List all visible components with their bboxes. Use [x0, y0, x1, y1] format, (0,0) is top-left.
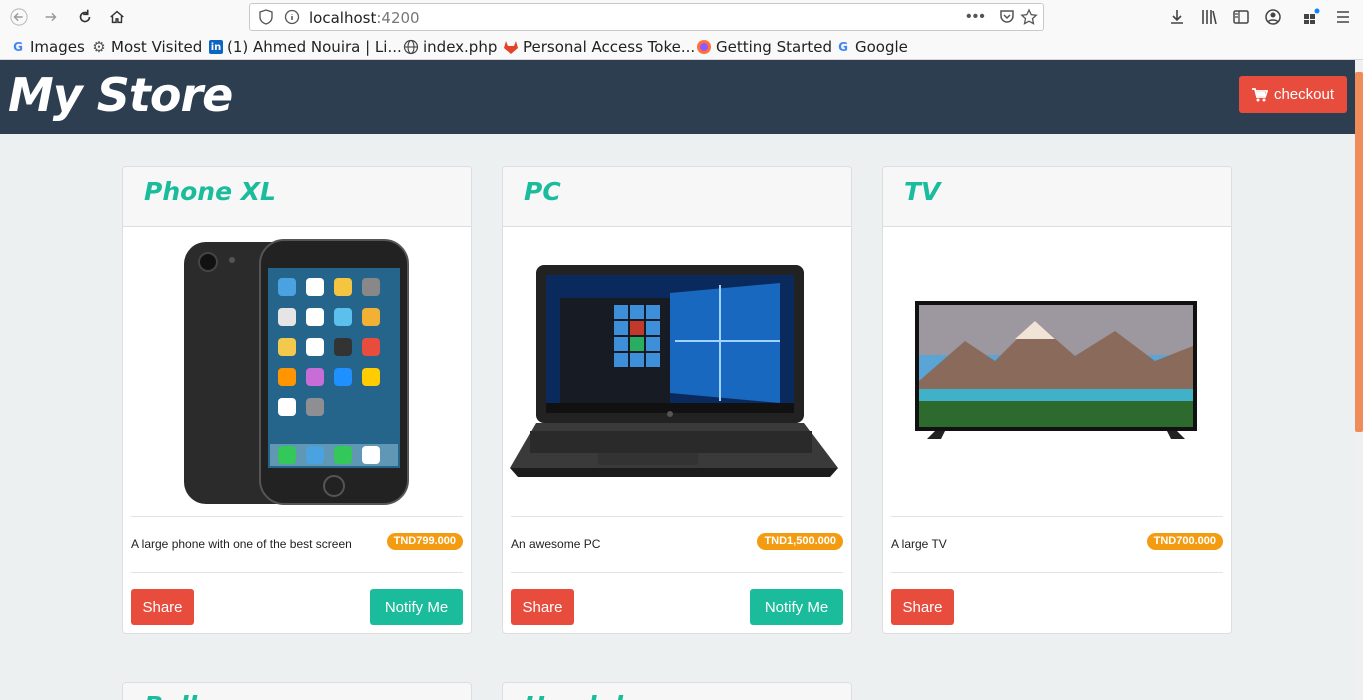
product-name[interactable]: Bell: [144, 691, 197, 700]
home-icon: [110, 10, 124, 24]
back-button[interactable]: [6, 4, 32, 30]
browser-toolbar: localhost:4200 •••: [0, 0, 1363, 34]
bookmark-google[interactable]: G Google: [835, 38, 908, 56]
page-scrollbar[interactable]: [1355, 60, 1363, 700]
bookmark-label: Images: [30, 38, 85, 56]
bookmark-linkedin[interactable]: in (1) Ahmed Nouira | Li...: [209, 38, 402, 56]
product-name[interactable]: PC: [524, 177, 561, 206]
forward-button[interactable]: [38, 4, 64, 30]
bookmark-label: Personal Access Toke...: [523, 38, 696, 56]
page-actions-icon[interactable]: •••: [966, 8, 986, 26]
divider: [131, 516, 463, 517]
bookmark-star-icon[interactable]: [1020, 8, 1038, 26]
notify-me-button[interactable]: Notify Me: [750, 589, 843, 625]
product-image-laptop: [503, 228, 851, 516]
arrow-right-icon: [45, 12, 57, 22]
bookmark-getting-started[interactable]: Getting Started: [696, 38, 832, 56]
divider: [131, 572, 463, 573]
linkedin-icon: in: [209, 40, 223, 54]
product-name[interactable]: TV: [904, 177, 940, 206]
product-description: An awesome PC: [511, 537, 601, 551]
url-text[interactable]: localhost:4200: [309, 9, 420, 27]
scrollbar-thumb[interactable]: [1355, 72, 1363, 432]
divider: [891, 572, 1223, 573]
reload-button[interactable]: [72, 4, 98, 30]
divider: [511, 572, 843, 573]
share-button[interactable]: Share: [511, 589, 574, 625]
share-button[interactable]: Share: [131, 589, 194, 625]
product-name[interactable]: Phone XL: [144, 177, 276, 206]
store-brand[interactable]: My Store: [8, 68, 233, 122]
account-icon[interactable]: [1264, 8, 1282, 26]
reload-icon: [79, 9, 91, 23]
menu-icon[interactable]: [1334, 8, 1352, 26]
bookmark-label: Most Visited: [111, 38, 203, 56]
app-header: My Store checkout: [0, 60, 1355, 134]
download-icon[interactable]: [1168, 8, 1186, 26]
bookmarks-bar: G Images ⚙ Most Visited in (1) Ahmed Nou…: [0, 34, 1363, 60]
bookmark-label: Getting Started: [716, 38, 832, 56]
shopping-cart-icon: [1251, 87, 1268, 101]
price-badge: TND700.000: [1146, 533, 1223, 550]
bookmark-label: Google: [855, 38, 908, 56]
url-host: localhost: [309, 9, 377, 27]
info-icon[interactable]: [284, 9, 300, 25]
gitlab-icon: [504, 41, 518, 54]
divider: [891, 516, 1223, 517]
divider: [511, 516, 843, 517]
product-description: A large TV: [891, 537, 947, 551]
price-badge: TND1,500.000: [757, 533, 843, 550]
arrow-left-icon: [10, 8, 28, 26]
google-icon: G: [838, 40, 848, 54]
product-name[interactable]: Headph: [524, 691, 632, 700]
shield-icon: [259, 9, 273, 25]
library-icon[interactable]: [1200, 8, 1218, 26]
google-icon: G: [13, 40, 23, 54]
url-bar[interactable]: localhost:4200 •••: [249, 3, 1044, 31]
globe-icon: [403, 39, 419, 55]
checkout-label: checkout: [1273, 86, 1335, 103]
firefox-icon: [697, 40, 711, 54]
price-badge: TND799.000: [386, 533, 463, 550]
bookmark-index-php[interactable]: index.php: [403, 38, 497, 56]
bookmark-label: (1) Ahmed Nouira | Li...: [227, 38, 402, 56]
product-card-phone-xl: Phone XL A large phone with one of the b…: [122, 166, 472, 634]
bookmark-most-visited[interactable]: ⚙ Most Visited: [91, 38, 202, 56]
home-button[interactable]: [104, 4, 130, 30]
bookmark-images[interactable]: G Images: [10, 38, 85, 56]
product-image-tv: [883, 228, 1231, 516]
extensions-icon[interactable]: [1302, 8, 1320, 26]
product-card-tv: TV A large TV TND700.000 Share: [882, 166, 1232, 634]
checkout-button[interactable]: checkout: [1239, 76, 1347, 113]
gear-icon: ⚙: [92, 38, 106, 56]
product-description: A large phone with one of the best scree…: [131, 537, 352, 551]
pocket-icon[interactable]: [998, 8, 1016, 26]
product-card-partial: Bell: [122, 682, 472, 700]
product-card-partial: Headph: [502, 682, 852, 700]
url-port: :4200: [376, 9, 420, 27]
sidebar-icon[interactable]: [1232, 8, 1250, 26]
product-card-pc: PC An awesome PC TND1,500.000 Share Noti…: [502, 166, 852, 634]
share-button[interactable]: Share: [891, 589, 954, 625]
bookmark-label: index.php: [423, 38, 498, 56]
notify-me-button[interactable]: Notify Me: [370, 589, 463, 625]
product-image-phone: [123, 228, 471, 516]
bookmark-personal-access-token[interactable]: Personal Access Toke...: [503, 38, 695, 56]
